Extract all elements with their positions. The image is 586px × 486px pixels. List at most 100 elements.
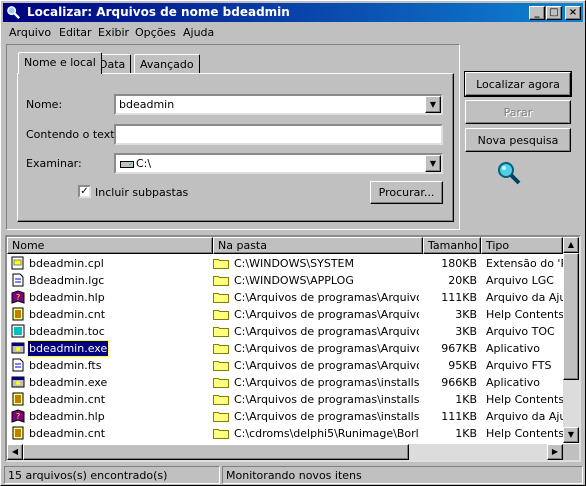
folder-icon — [213, 293, 229, 303]
folder-cell: C:\Arquivos de programas\installshie... — [234, 376, 419, 389]
include-subfolders-label: Incluir subpastas — [95, 186, 189, 199]
column-header-type[interactable]: Tipo — [481, 237, 563, 254]
menu-editar[interactable]: Editar — [59, 26, 92, 39]
table-row[interactable]: bdeadmin.toc C:\Arquivos de programas\Arq… — [7, 323, 563, 340]
table-row[interactable]: ? bdeadmin.hlp C:\Arquivos de programas\Ar… — [7, 289, 563, 306]
name-value: bdeadmin — [119, 98, 175, 111]
file-name-cell: bdeadmin.cpl — [29, 257, 104, 270]
scroll-down-icon[interactable]: ▼ — [563, 427, 579, 443]
vertical-scrollbar[interactable]: ▲ ▼ — [563, 237, 579, 443]
size-cell: 111KB — [441, 410, 477, 423]
table-row[interactable]: bdeadmin.cnt C:\cdroms\delphi5\Runimage\B… — [7, 425, 563, 442]
svg-text:?: ? — [16, 412, 20, 421]
look-in-label: Examinar: — [26, 157, 82, 170]
type-cell: Extensão do 'Pa — [486, 257, 563, 270]
look-in-combobox[interactable]: C:\ ▼ — [114, 153, 443, 174]
type-cell: Help Contents Fi — [486, 308, 563, 321]
results-list: Nome Na pasta Tamanho Tipo bdeadmin.cpl C… — [5, 235, 581, 462]
type-cell: Help Contents Fi — [486, 427, 563, 440]
type-cell: Arquivo FTS — [486, 359, 552, 372]
size-cell: 1KB — [455, 393, 477, 406]
find-now-button[interactable]: Localizar agora — [464, 71, 572, 97]
chevron-down-icon[interactable]: ▼ — [425, 96, 441, 113]
type-cell: Arquivo LGC — [486, 274, 554, 287]
column-header-name[interactable]: Nome — [7, 237, 213, 254]
menu-exibir[interactable]: Exibir — [98, 26, 129, 39]
menu-arquivo[interactable]: Arquivo — [9, 26, 51, 39]
folder-cell: C:\Arquivos de programas\Arquivos ... — [234, 325, 419, 338]
folder-cell: C:\WINDOWS\APPLOG — [234, 274, 354, 287]
file-name-cell: bdeadmin.exe — [26, 340, 110, 357]
type-cell: Arquivo da Ajuda — [486, 410, 563, 423]
application-icon — [11, 342, 25, 354]
folder-cell: C:\cdroms\delphi5\Runimage\Borla... — [234, 427, 419, 440]
folder-icon — [213, 378, 229, 388]
folder-cell: C:\Arquivos de programas\installshie... — [234, 410, 419, 423]
folder-icon — [213, 259, 229, 269]
folder-cell: C:\Arquivos de programas\Arquivos ... — [234, 359, 419, 372]
folder-cell: C:\Arquivos de programas\installshie... — [234, 393, 419, 406]
include-subfolders-checkbox[interactable]: ✓ — [78, 185, 91, 198]
table-row[interactable]: bdeadmin.exe C:\Arquivos de programas\ins… — [7, 374, 563, 391]
vertical-scroll-thumb[interactable] — [563, 253, 579, 380]
stop-button[interactable]: Parar — [465, 100, 571, 124]
size-cell: 20KB — [448, 274, 477, 287]
file-name-cell: bdeadmin.fts — [29, 359, 102, 372]
browse-button[interactable]: Procurar... — [370, 181, 443, 204]
new-search-button[interactable]: Nova pesquisa — [465, 128, 571, 152]
file-name-cell: bdeadmin.cnt — [29, 393, 106, 406]
scroll-up-icon[interactable]: ▲ — [563, 237, 579, 253]
title-bar[interactable]: Localizar: Arquivos de nome bdeadmin _ □… — [3, 3, 583, 22]
menu-ajuda[interactable]: Ajuda — [183, 26, 214, 39]
type-cell: Arquivo TOC — [486, 325, 555, 338]
table-row[interactable]: Bdeadmin.lgc C:\WINDOWS\APPLOG 20KB Arquivo… — [7, 272, 563, 289]
file-name-cell: bdeadmin.cnt — [29, 427, 106, 440]
file-name-cell: bdeadmin.exe — [29, 376, 108, 389]
minimize-button[interactable]: _ — [529, 6, 545, 20]
horizontal-scroll-thumb[interactable] — [23, 444, 409, 460]
tab-name-location[interactable]: Nome e local — [18, 52, 102, 74]
name-combobox[interactable]: bdeadmin ▼ — [114, 94, 443, 115]
drive-icon — [120, 161, 134, 168]
file-name-cell: Bdeadmin.lgc — [29, 274, 105, 287]
close-button[interactable]: × — [565, 6, 581, 20]
control-panel-icon — [11, 256, 24, 270]
maximize-button[interactable]: □ — [546, 6, 562, 20]
folder-cell: C:\Arquivos de programas\Arquivos ... — [234, 291, 419, 304]
folder-icon — [213, 276, 229, 286]
help-book-icon: ? — [11, 409, 25, 423]
horizontal-scrollbar[interactable]: ◀ ▶ — [7, 444, 563, 460]
size-cell: 180KB — [441, 257, 477, 270]
table-row[interactable]: bdeadmin.cnt C:\Arquivos de programas\Arq… — [7, 306, 563, 323]
file-name-cell: bdeadmin.hlp — [29, 410, 105, 423]
type-cell: Help Contents Fi — [486, 393, 563, 406]
size-cell: 95KB — [448, 359, 477, 372]
menu-opcoes[interactable]: Opções — [135, 26, 176, 39]
table-row[interactable]: bdeadmin.exe C:\Arquivos de programas\Arq… — [7, 340, 563, 357]
contains-text-input[interactable] — [114, 124, 443, 145]
table-row[interactable]: ? bdeadmin.hlp C:\Arquivos de programas\in… — [7, 408, 563, 425]
look-in-value: C:\ — [136, 157, 152, 170]
scroll-right-icon[interactable]: ▶ — [547, 444, 563, 460]
table-row[interactable]: bdeadmin.cnt C:\Arquivos de programas\ins… — [7, 391, 563, 408]
size-cell: 967KB — [441, 342, 477, 355]
chevron-down-icon[interactable]: ▼ — [425, 155, 441, 172]
folder-icon — [213, 395, 229, 405]
document-icon — [12, 358, 24, 372]
column-header-folder[interactable]: Na pasta — [213, 237, 423, 254]
type-cell: Aplicativo — [486, 342, 541, 355]
help-contents-icon — [12, 392, 24, 406]
table-row[interactable]: bdeadmin.cpl C:\WINDOWS\SYSTEM 180KB Extens… — [7, 255, 563, 272]
file-name-cell: bdeadmin.cnt — [29, 308, 106, 321]
name-label: Nome: — [26, 98, 63, 111]
folder-icon — [213, 327, 229, 337]
file-name-cell: bdeadmin.toc — [29, 325, 105, 338]
scroll-left-icon[interactable]: ◀ — [7, 444, 23, 460]
menu-bar: Arquivo Editar Exibir Opções Ajuda — [3, 23, 583, 41]
folder-cell: C:\Arquivos de programas\Arquivos ... — [234, 342, 419, 355]
column-header-size[interactable]: Tamanho — [423, 237, 481, 254]
tab-advanced[interactable]: Avançado — [134, 54, 200, 74]
tab-panel: Nome: bdeadmin ▼ Contendo o texto: Exami… — [17, 73, 454, 222]
type-cell: Aplicativo — [486, 376, 541, 389]
table-row[interactable]: bdeadmin.fts C:\Arquivos de programas\Arq… — [7, 357, 563, 374]
